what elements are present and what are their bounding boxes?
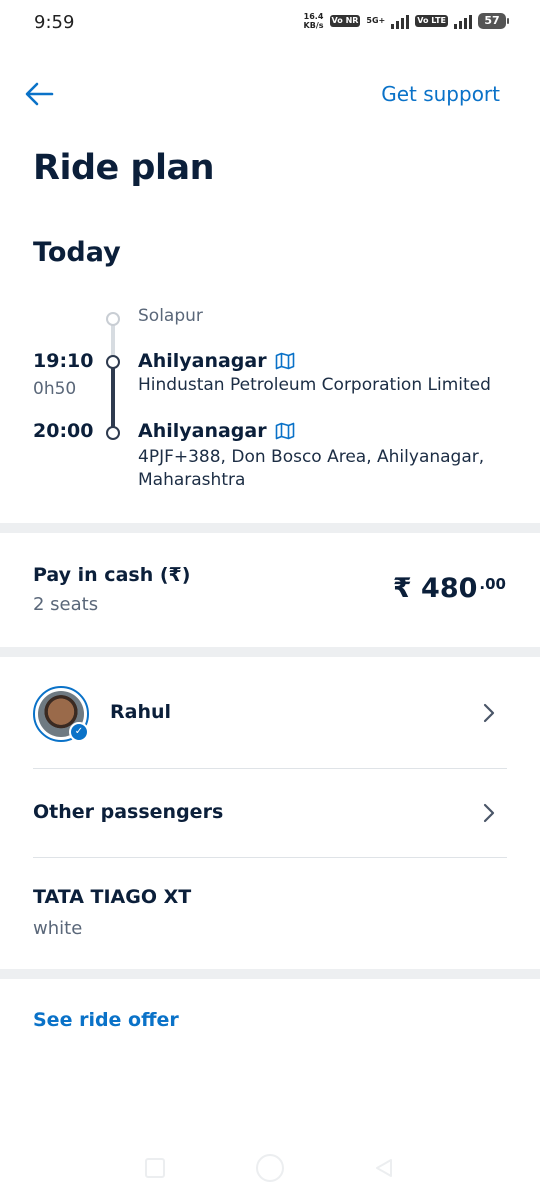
battery-icon: 57 xyxy=(478,13,509,29)
home-button[interactable] xyxy=(256,1154,284,1182)
row-divider xyxy=(33,768,507,769)
seat-count: 2 seats xyxy=(33,594,99,615)
net-speed-value: 16.4 xyxy=(303,12,324,21)
signal-bars-icon-2 xyxy=(454,13,472,29)
signal-bars-icon xyxy=(391,13,410,29)
other-passengers-row[interactable]: Other passengers xyxy=(33,801,223,823)
driver-avatar[interactable]: ✓ xyxy=(33,686,89,742)
verified-check-icon: ✓ xyxy=(69,722,89,742)
pickup-city: Ahilyanagar xyxy=(138,350,267,372)
volte-chip: Vo LTE xyxy=(415,15,448,27)
vehicle-color: white xyxy=(33,918,83,939)
dropoff-time: 20:00 xyxy=(33,420,94,442)
arrow-left-icon xyxy=(25,82,54,106)
section-divider xyxy=(0,523,540,533)
net-speed: 16.4 KB/s xyxy=(304,12,324,30)
pickup-stop[interactable]: Ahilyanagar xyxy=(138,350,295,372)
recent-apps-button[interactable] xyxy=(145,1158,165,1178)
price-decimals: .00 xyxy=(479,575,506,593)
get-support-link[interactable]: Get support xyxy=(381,82,500,106)
see-ride-offer-link[interactable]: See ride offer xyxy=(33,1009,179,1031)
chevron-right-icon[interactable] xyxy=(482,802,496,824)
price-main: ₹ 480 xyxy=(392,573,478,604)
dropoff-city: Ahilyanagar xyxy=(138,420,267,442)
timeline-dot-pickup xyxy=(106,355,120,369)
page-title: Ride plan xyxy=(33,148,215,188)
map-icon[interactable] xyxy=(275,422,295,440)
net-speed-unit: KB/s xyxy=(303,21,324,30)
vonr-chip: Vo NR xyxy=(329,15,361,27)
map-icon[interactable] xyxy=(275,352,295,370)
dropoff-stop[interactable]: Ahilyanagar xyxy=(138,420,295,442)
pickup-time: 19:10 xyxy=(33,350,94,372)
row-divider xyxy=(33,857,507,858)
vehicle-model: TATA TIAGO XT xyxy=(33,886,192,908)
back-button[interactable] xyxy=(24,80,56,108)
section-divider xyxy=(0,647,540,657)
status-icons: 16.4 KB/s Vo NR 5G+ Vo LTE 57 xyxy=(304,12,509,30)
payment-method: Pay in cash (₹) xyxy=(33,564,191,586)
section-divider xyxy=(0,969,540,979)
chevron-right-icon[interactable] xyxy=(482,702,496,724)
nav-back-icon[interactable] xyxy=(374,1158,394,1178)
timeline-dot-dropoff xyxy=(106,426,120,440)
network-5g-label: 5G+ xyxy=(366,16,386,25)
ride-price: ₹ 480 .00 xyxy=(393,573,506,604)
dropoff-address: 4PJF+388, Don Bosco Area, Ahilyanagar, M… xyxy=(138,447,485,490)
day-heading: Today xyxy=(33,237,121,268)
pickup-address: Hindustan Petroleum Corporation Limited xyxy=(138,375,491,395)
timeline-line-route xyxy=(111,364,115,432)
status-time: 9:59 xyxy=(34,12,75,33)
origin-city: Solapur xyxy=(138,306,203,326)
timeline-line-grey xyxy=(111,322,115,356)
timeline-dot-origin xyxy=(106,312,120,326)
trip-duration: 0h50 xyxy=(33,379,77,399)
driver-name[interactable]: Rahul xyxy=(110,701,171,723)
